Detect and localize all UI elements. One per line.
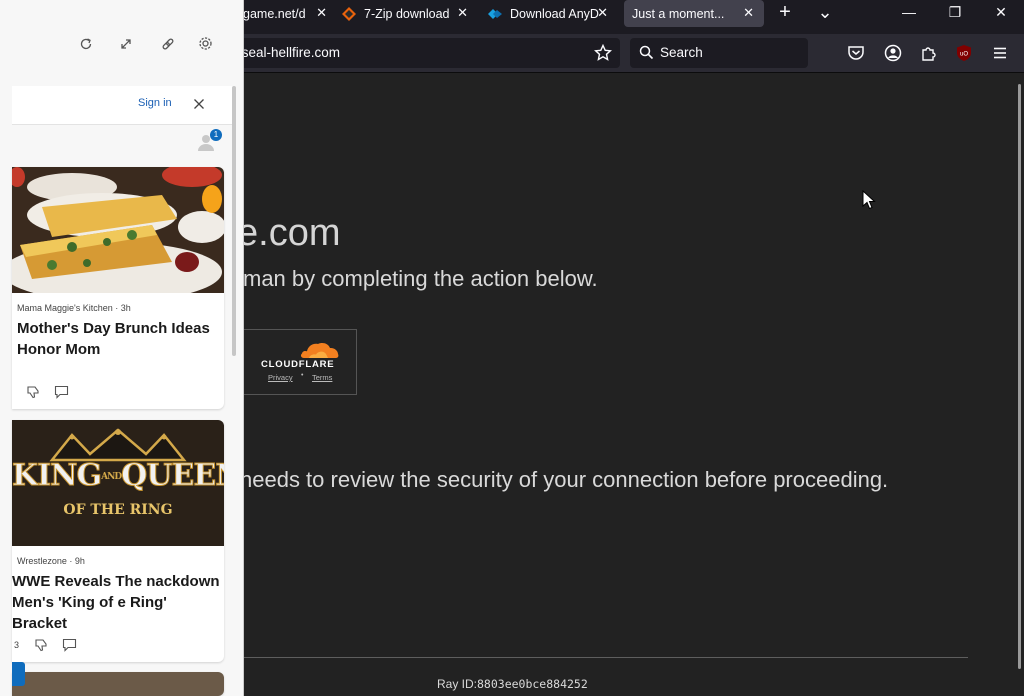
minimize-button[interactable]: — [889,0,929,24]
news-card-partial[interactable] [12,672,224,696]
bookmark-star-icon[interactable] [594,44,612,62]
card-headline[interactable]: Mother's Day Brunch Ideas Honor Mom [17,318,222,360]
ray-id-value: 8803ee0bce884252 [477,677,588,691]
cloudflare-brand: CLOUDFLARE [261,359,335,370]
search-box[interactable] [630,38,808,68]
anydesk-favicon-icon [488,9,502,19]
card-source: Mama Maggie's Kitchen · 3h [17,303,131,313]
ray-id-label: Ray ID: [437,677,478,691]
feedback-tab[interactable] [12,662,25,686]
close-icon[interactable] [193,98,205,110]
refresh-icon[interactable] [78,36,94,52]
close-window-button[interactable]: ✕ [981,0,1021,24]
comment-icon[interactable] [54,385,69,399]
terms-link[interactable]: Terms [312,373,332,382]
tab-game[interactable]: game.net/d ✕ [243,0,333,28]
url-text[interactable]: /seal-hellfire.com [238,45,340,60]
page-heading: e.com [237,212,341,254]
page-scrollbar[interactable] [1018,84,1021,669]
tab-just-a-moment[interactable]: Just a moment... ✕ [624,0,764,27]
tab-label: Download AnyD [510,7,599,21]
tab-label: Just a moment... [632,6,725,21]
gear-icon[interactable] [197,35,214,52]
tab-close-icon[interactable]: ✕ [457,5,468,21]
restore-button[interactable]: ❐ [935,0,975,24]
image-title-king: KING [12,458,103,494]
tab-label: game.net/d [243,7,306,21]
comment-icon[interactable] [62,638,77,652]
7zip-favicon-icon [342,7,356,21]
cloudflare-cloud-icon [300,343,339,358]
extensions-icon[interactable] [920,44,938,62]
expand-icon[interactable] [118,36,134,52]
footer-divider [232,657,968,658]
sign-in-link[interactable]: Sign in [138,97,172,109]
security-message: needs to review the security of your con… [240,467,889,492]
pocket-icon[interactable] [847,44,865,62]
svg-text:uO: uO [960,52,968,58]
card-headline[interactable]: WWE Reveals The nackdown Men's 'King of … [12,571,222,634]
privacy-link[interactable]: Privacy [268,373,293,382]
news-card[interactable]: KINGANDQUEEN OF THE RING Wrestlezone · 9… [12,420,224,662]
search-placeholder[interactable]: Search [660,45,703,60]
account-icon[interactable] [884,44,902,62]
link-icon[interactable] [160,36,176,52]
new-tab-button[interactable]: + [775,1,795,23]
tab-anydesk[interactable]: Download AnyD ✕ [488,0,614,28]
reaction-count: 3 [14,640,20,650]
card-source: Wrestlezone · 9h [17,556,85,566]
tab-close-icon[interactable]: ✕ [316,5,327,21]
thumbs-down-icon[interactable] [26,385,40,399]
menu-icon[interactable] [991,44,1009,62]
image-title-and: AND [101,472,122,482]
tab-7zip[interactable]: 7-Zip download ✕ [342,0,474,28]
tab-close-icon[interactable]: ✕ [597,5,608,21]
image-title: KINGANDQUEEN [12,458,224,494]
mouse-cursor-icon [862,190,876,210]
image-subtitle: OF THE RING [63,502,173,518]
news-card[interactable]: Mama Maggie's Kitchen · 3h Mother's Day … [12,167,224,409]
ublock-origin-icon[interactable]: uO [955,44,973,62]
image-title-queen: QUEEN [121,458,224,494]
brunch-food-image [12,167,224,293]
link-separator: • [301,372,304,379]
tab-close-icon[interactable]: ✕ [743,5,754,21]
thumbs-down-icon[interactable] [34,638,48,652]
page-subheading: man by completing the action below. [243,266,598,291]
notification-badge: 1 [210,129,222,141]
panel-scrollbar[interactable] [232,86,236,356]
search-icon [639,45,654,60]
list-all-tabs-button[interactable]: ⌄ [815,2,835,22]
tab-label: 7-Zip download [364,7,450,21]
